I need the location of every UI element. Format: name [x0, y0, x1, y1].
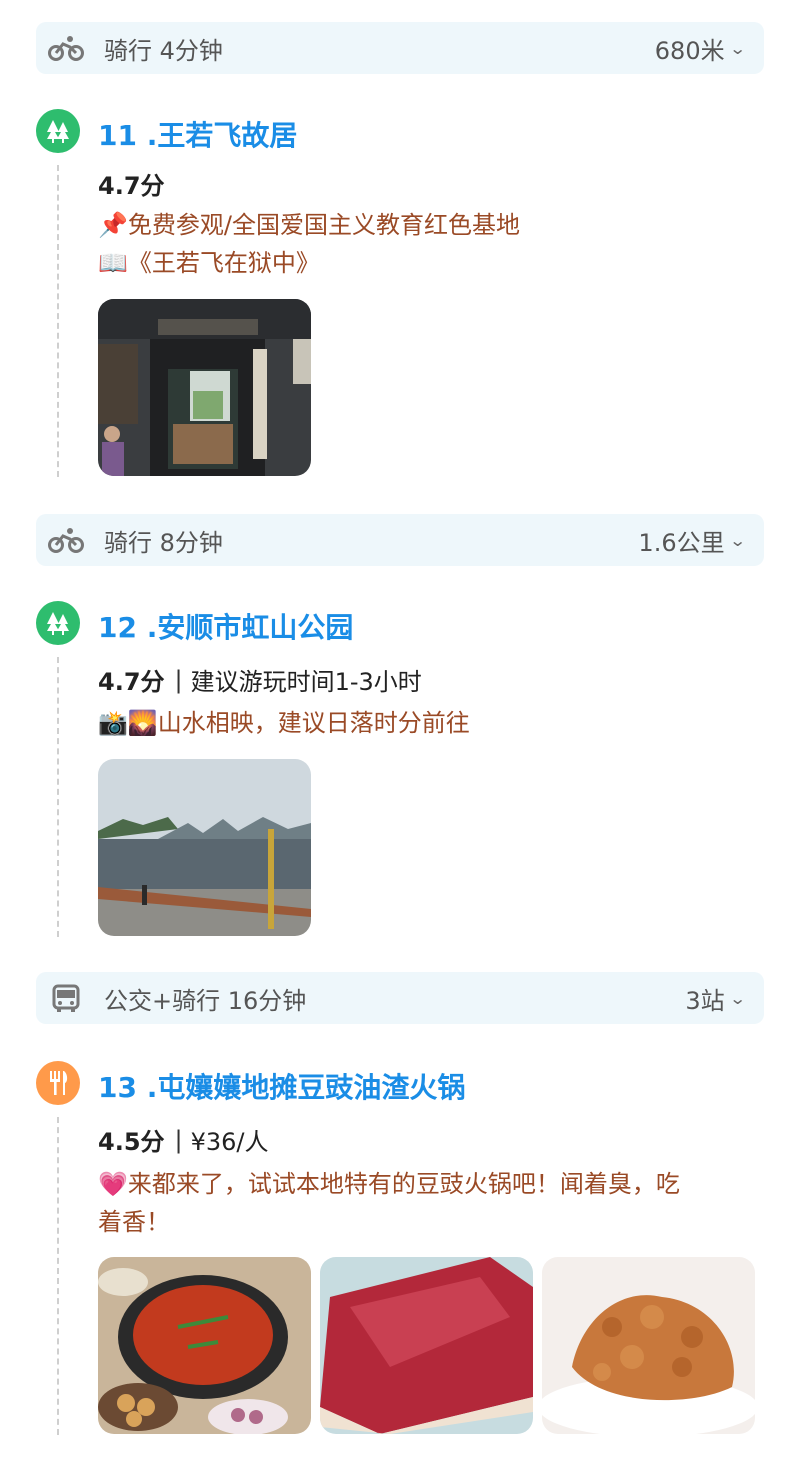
poi-photo[interactable] — [98, 759, 311, 936]
transit-distance[interactable]: 680米 ⌄ — [654, 31, 747, 66]
tree-icon — [36, 601, 80, 645]
chevron-down-icon: ⌄ — [728, 530, 747, 550]
desc-line: 💗来都来了，试试本地特有的豆豉火锅吧！闻着臭，吃 — [98, 1170, 680, 1198]
poi-title[interactable]: 13 .屯孃孃地摊豆豉油渣火锅 — [98, 1066, 465, 1106]
transit-label: 骑行 8分钟 — [104, 528, 223, 557]
poi-score: 4.7分 — [98, 172, 165, 200]
transit-segment[interactable]: 公交+骑行 16分钟 3站 ⌄ — [36, 972, 764, 1024]
transit-label: 骑行 4分钟 — [104, 36, 223, 65]
timeline-line — [57, 657, 59, 937]
poi-score: 4.5分 — [98, 1128, 165, 1156]
bus-icon — [46, 983, 86, 1013]
distance-text: 680米 — [654, 36, 725, 65]
rating-row: 4.7分 | 建议游玩时间1-3小时 — [98, 662, 422, 697]
desc-line: 📸🌄山水相映，建议日落时分前往 — [98, 709, 470, 737]
desc-line: 📖《王若飞在狱中》 — [98, 249, 320, 277]
fork-knife-icon — [36, 1061, 80, 1105]
bike-icon — [46, 527, 86, 553]
poi-description: 📌免费参观/全国爱国主义教育红色基地 📖《王若飞在狱中》 — [98, 206, 520, 282]
transit-label: 公交+骑行 16分钟 — [104, 986, 307, 1015]
distance-text: 3站 — [685, 986, 725, 1015]
timeline-line — [57, 165, 59, 477]
rating-row: 4.5分 | ¥36/人 — [98, 1122, 269, 1157]
poi-photo[interactable] — [542, 1257, 755, 1434]
poi-extra: 建议游玩时间1-3小时 — [190, 668, 422, 696]
poi-photo[interactable] — [98, 1257, 311, 1434]
poi-description: 📸🌄山水相映，建议日落时分前往 — [98, 704, 470, 742]
poi-description: 💗来都来了，试试本地特有的豆豉火锅吧！闻着臭，吃 着香！ — [98, 1165, 680, 1241]
separator: | — [174, 665, 183, 694]
bike-icon — [46, 35, 86, 61]
poi-photo[interactable] — [320, 1257, 533, 1434]
tree-icon — [36, 109, 80, 153]
timeline-line — [57, 1117, 59, 1435]
transit-distance[interactable]: 3站 ⌄ — [685, 981, 747, 1016]
transit-distance[interactable]: 1.6公里 ⌄ — [638, 523, 747, 558]
poi-extra: ¥36/人 — [190, 1128, 269, 1156]
poi-title[interactable]: 12 .安顺市虹山公园 — [98, 606, 353, 646]
poi-title[interactable]: 11 .王若飞故居 — [98, 114, 297, 154]
desc-line: 📌免费参观/全国爱国主义教育红色基地 — [98, 211, 520, 239]
chevron-down-icon: ⌄ — [728, 38, 747, 58]
rating-row: 4.7分 — [98, 166, 165, 201]
transit-segment[interactable]: 骑行 8分钟 1.6公里 ⌄ — [36, 514, 764, 566]
distance-text: 1.6公里 — [638, 528, 725, 557]
poi-score: 4.7分 — [98, 668, 165, 696]
separator: | — [174, 1125, 183, 1154]
desc-line: 着香！ — [98, 1208, 170, 1236]
chevron-down-icon: ⌄ — [728, 988, 747, 1008]
transit-segment[interactable]: 骑行 4分钟 680米 ⌄ — [36, 22, 764, 74]
poi-photo[interactable] — [98, 299, 311, 476]
